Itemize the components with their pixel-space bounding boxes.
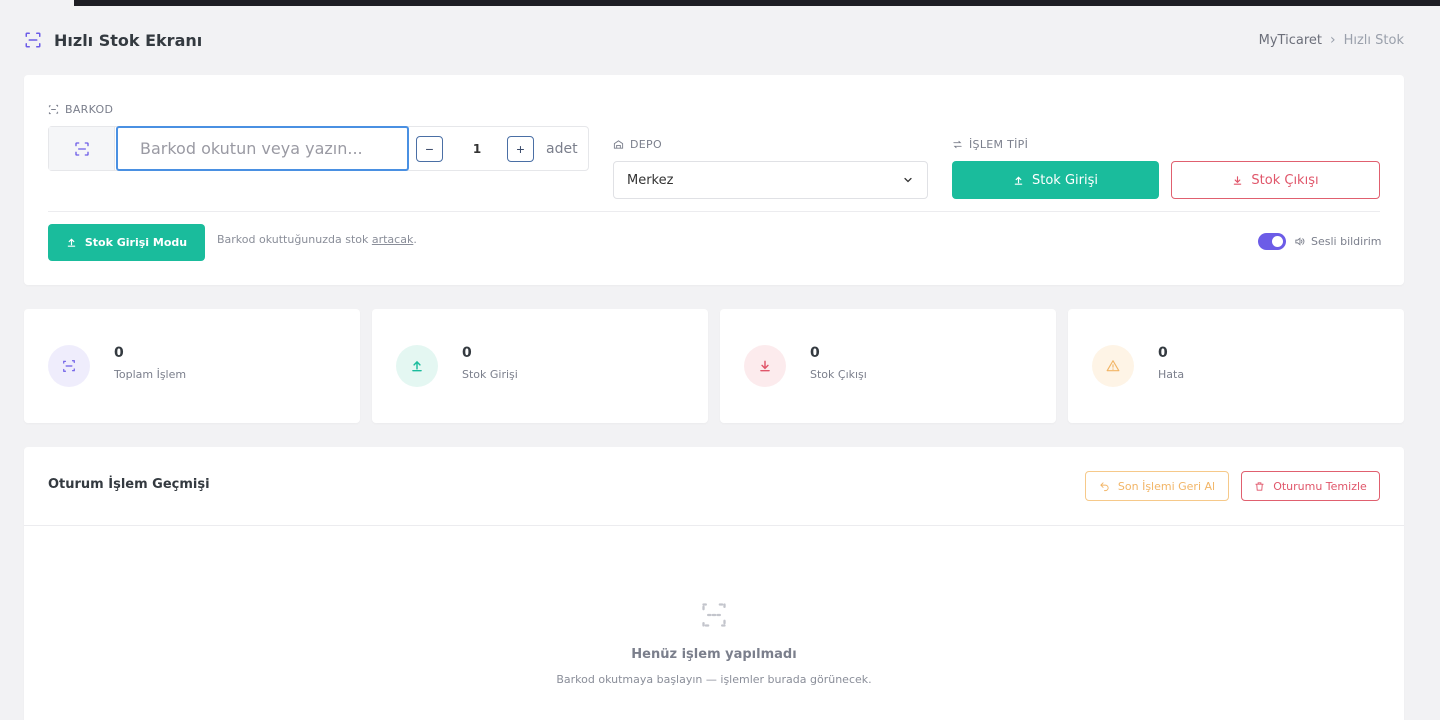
barcode-input[interactable] bbox=[116, 126, 409, 171]
mode-hint-suffix: . bbox=[413, 233, 417, 246]
mode-hint-text: Barkod okuttuğunuzda stok bbox=[217, 233, 372, 246]
upload-icon bbox=[396, 345, 438, 387]
breadcrumb-root[interactable]: MyTicaret bbox=[1259, 33, 1322, 48]
stock-in-button[interactable]: Stok Girişi bbox=[952, 161, 1159, 199]
barcode-input-group: − 1 + adet bbox=[48, 126, 589, 171]
upload-icon bbox=[1014, 175, 1023, 185]
scan-icon bbox=[24, 31, 42, 49]
stat-value: 0 bbox=[114, 345, 124, 361]
stat-label: Hata bbox=[1158, 368, 1185, 381]
download-icon bbox=[1234, 175, 1242, 185]
breadcrumb-current: Hızlı Stok bbox=[1343, 32, 1404, 48]
empty-state-subtitle: Barkod okutmaya başlayın — işlemler bura… bbox=[556, 673, 872, 686]
upload-icon bbox=[67, 238, 76, 247]
page-title: Hızlı Stok Ekranı bbox=[54, 30, 203, 50]
operation-type-label: İŞLEM TİPİ bbox=[952, 138, 1028, 151]
quantity-decrement-button[interactable]: − bbox=[416, 136, 443, 162]
history-card: Oturum İşlem Geçmişi Son İşlemi Geri Al … bbox=[24, 447, 1404, 720]
stock-out-button-label: Stok Çıkışı bbox=[1251, 172, 1319, 188]
scan-icon bbox=[48, 345, 90, 387]
barcode-label-text: BARKOD bbox=[65, 103, 114, 116]
title-wrap: Hızlı Stok Ekranı bbox=[24, 31, 202, 50]
history-divider bbox=[24, 525, 1404, 526]
stock-in-mode-button[interactable]: Stok Girişi Modu bbox=[48, 224, 205, 261]
form-divider bbox=[48, 211, 1380, 212]
history-title: Oturum İşlem Geçmişi bbox=[48, 477, 210, 492]
stock-form-card: BARKOD − 1 + adet DEPO Merkez İŞLEM TİPİ… bbox=[24, 75, 1404, 285]
mode-hint-link: artacak bbox=[371, 233, 414, 246]
stat-card-total: 0 Toplam İşlem bbox=[24, 309, 360, 423]
stock-in-button-label: Stok Girişi bbox=[1032, 172, 1098, 188]
quantity-increment-button[interactable]: + bbox=[507, 136, 534, 162]
stat-value: 0 bbox=[462, 345, 472, 361]
empty-state-title: Henüz işlem yapılmadı bbox=[631, 647, 797, 662]
depot-selected-value: Merkez bbox=[627, 172, 674, 188]
sound-label-text: Sesli bildirim bbox=[1311, 235, 1382, 248]
sound-toggle[interactable] bbox=[1258, 233, 1286, 250]
depot-label-text: DEPO bbox=[630, 138, 662, 151]
undo-last-label: Son İşlemi Geri Al bbox=[1117, 479, 1216, 493]
scan-icon bbox=[48, 104, 59, 115]
undo-last-button[interactable]: Son İşlemi Geri Al bbox=[1085, 471, 1229, 501]
clear-session-label: Oturumu Temizle bbox=[1273, 479, 1367, 493]
scan-icon bbox=[49, 127, 115, 170]
clear-session-button[interactable]: Oturumu Temizle bbox=[1241, 471, 1380, 501]
mode-hint: Barkod okuttuğunuzda stok artacak. bbox=[217, 233, 417, 246]
stat-label: Stok Girişi bbox=[462, 368, 518, 381]
barcode-label: BARKOD bbox=[48, 103, 113, 116]
quantity-value[interactable]: 1 bbox=[442, 136, 512, 162]
page-header: Hızlı Stok Ekranı MyTicaret › Hızlı Stok bbox=[24, 22, 1404, 58]
undo-icon bbox=[1100, 481, 1109, 491]
stat-card-error: 0 Hata bbox=[1068, 309, 1404, 423]
swap-icon bbox=[953, 140, 962, 149]
trash-icon bbox=[1255, 481, 1264, 491]
volume-icon bbox=[1295, 237, 1305, 246]
chevron-right-icon: › bbox=[1329, 32, 1336, 48]
stock-out-button[interactable]: Stok Çıkışı bbox=[1171, 161, 1380, 199]
quantity-unit: adet bbox=[546, 141, 578, 157]
chevron-down-icon bbox=[904, 177, 912, 183]
window-top-bar bbox=[74, 0, 1440, 6]
stat-value: 0 bbox=[1158, 345, 1168, 361]
stat-card-stock-out: 0 Stok Çıkışı bbox=[720, 309, 1056, 423]
sound-label: Sesli bildirim bbox=[1294, 233, 1382, 250]
scan-icon bbox=[700, 601, 728, 629]
depot-select[interactable]: Merkez bbox=[613, 161, 928, 199]
stat-label: Stok Çıkışı bbox=[810, 368, 867, 381]
warning-icon bbox=[1092, 345, 1134, 387]
breadcrumb: MyTicaret › Hızlı Stok bbox=[1259, 32, 1404, 48]
stat-value: 0 bbox=[810, 345, 820, 361]
depot-label: DEPO bbox=[613, 138, 662, 151]
stock-in-mode-label: Stok Girişi Modu bbox=[84, 236, 188, 249]
download-icon bbox=[744, 345, 786, 387]
warehouse-icon bbox=[613, 140, 624, 149]
stat-card-stock-in: 0 Stok Girişi bbox=[372, 309, 708, 423]
operation-type-label-text: İŞLEM TİPİ bbox=[969, 138, 1029, 151]
stat-label: Toplam İşlem bbox=[114, 368, 187, 381]
